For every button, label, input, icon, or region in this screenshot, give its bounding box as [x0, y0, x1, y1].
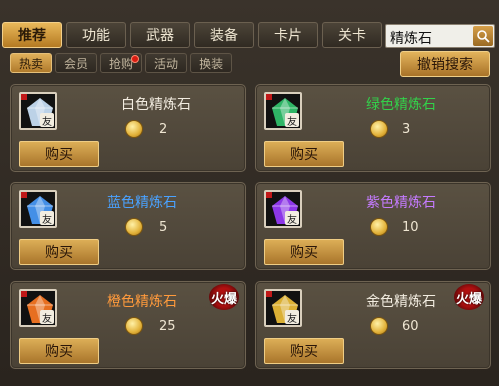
- item-name: 白色精炼石: [121, 97, 191, 113]
- item-price: 25: [159, 319, 176, 334]
- buy-button[interactable]: 购买: [19, 239, 99, 265]
- item-name: 蓝色精炼石: [107, 195, 177, 211]
- tab-equipment[interactable]: 装备: [194, 22, 254, 48]
- item-tag-icon: [266, 192, 272, 198]
- item-name: 金色精炼石: [366, 294, 436, 310]
- buy-button[interactable]: 购买: [264, 239, 344, 265]
- buy-button[interactable]: 购买: [19, 338, 99, 364]
- bind-tag: 友: [285, 113, 299, 128]
- coin-icon: [125, 120, 143, 138]
- item-name: 橙色精炼石: [107, 294, 177, 310]
- item-tag-icon: [21, 291, 27, 297]
- tab-stage[interactable]: 关卡: [322, 22, 382, 48]
- hot-badge: 火爆: [209, 284, 239, 310]
- shop-panel: 推荐 功能 武器 装备 卡片 关卡 精炼石 热卖 会员 抢购 活动 换装 撤销搜…: [0, 0, 499, 386]
- item-price: 5: [159, 220, 168, 235]
- gem-item-icon[interactable]: 友: [19, 190, 57, 228]
- coin-icon: [125, 317, 143, 335]
- item-card[interactable]: 友 白色精炼石 2 购买: [10, 84, 246, 172]
- gem-item-icon[interactable]: 友: [264, 190, 302, 228]
- item-tag-icon: [21, 192, 27, 198]
- item-price: 60: [402, 319, 419, 334]
- subtab-flash-sale-label: 抢购: [109, 56, 134, 71]
- tab-card[interactable]: 卡片: [258, 22, 318, 48]
- bind-tag: 友: [40, 113, 54, 128]
- item-card[interactable]: 友 蓝色精炼石 5 购买: [10, 182, 246, 270]
- item-name: 绿色精炼石: [366, 97, 436, 113]
- subtab-outfit[interactable]: 换装: [190, 53, 233, 73]
- item-price: 10: [402, 220, 419, 235]
- cancel-search-button[interactable]: 撤销搜索: [400, 51, 490, 77]
- buy-button[interactable]: 购买: [264, 338, 344, 364]
- bind-tag: 友: [285, 211, 299, 226]
- item-card[interactable]: 友 绿色精炼石 3 购买: [255, 84, 491, 172]
- item-name: 紫色精炼石: [366, 195, 436, 211]
- search-button[interactable]: [473, 26, 493, 46]
- subtab-member[interactable]: 会员: [55, 53, 98, 73]
- bind-tag: 友: [40, 310, 54, 325]
- coin-icon: [370, 317, 388, 335]
- item-price: 3: [402, 122, 411, 137]
- subtab-event[interactable]: 活动: [145, 53, 188, 73]
- buy-button[interactable]: 购买: [19, 141, 99, 167]
- item-price: 2: [159, 122, 168, 137]
- top-tab-bar: 推荐 功能 武器 装备 卡片 关卡: [2, 22, 382, 48]
- bind-tag: 友: [285, 310, 299, 325]
- item-tag-icon: [266, 291, 272, 297]
- coin-icon: [370, 120, 388, 138]
- tab-recommend[interactable]: 推荐: [2, 22, 62, 48]
- bind-tag: 友: [40, 211, 54, 226]
- search-input-value: 精炼石: [390, 31, 432, 47]
- tab-function[interactable]: 功能: [66, 22, 126, 48]
- gem-item-icon[interactable]: 友: [19, 289, 57, 327]
- item-tag-icon: [21, 94, 27, 100]
- coin-icon: [125, 218, 143, 236]
- search-input[interactable]: 精炼石: [385, 24, 495, 48]
- buy-button[interactable]: 购买: [264, 141, 344, 167]
- item-card[interactable]: 友 橙色精炼石 25 购买 火爆: [10, 281, 246, 369]
- item-card[interactable]: 友 紫色精炼石 10 购买: [255, 182, 491, 270]
- gem-item-icon[interactable]: 友: [264, 289, 302, 327]
- hot-badge: 火爆: [454, 284, 484, 310]
- notification-dot: [131, 55, 140, 63]
- subtab-hot-sale[interactable]: 热卖: [10, 53, 53, 73]
- gem-item-icon[interactable]: 友: [264, 92, 302, 130]
- gem-item-icon[interactable]: 友: [19, 92, 57, 130]
- subtab-flash-sale[interactable]: 抢购: [100, 53, 143, 73]
- tab-weapon[interactable]: 武器: [130, 22, 190, 48]
- search-icon: [477, 30, 490, 43]
- item-tag-icon: [266, 94, 272, 100]
- item-card[interactable]: 友 金色精炼石 60 购买 火爆: [255, 281, 491, 369]
- coin-icon: [370, 218, 388, 236]
- sub-tab-bar: 热卖 会员 抢购 活动 换装: [10, 53, 233, 73]
